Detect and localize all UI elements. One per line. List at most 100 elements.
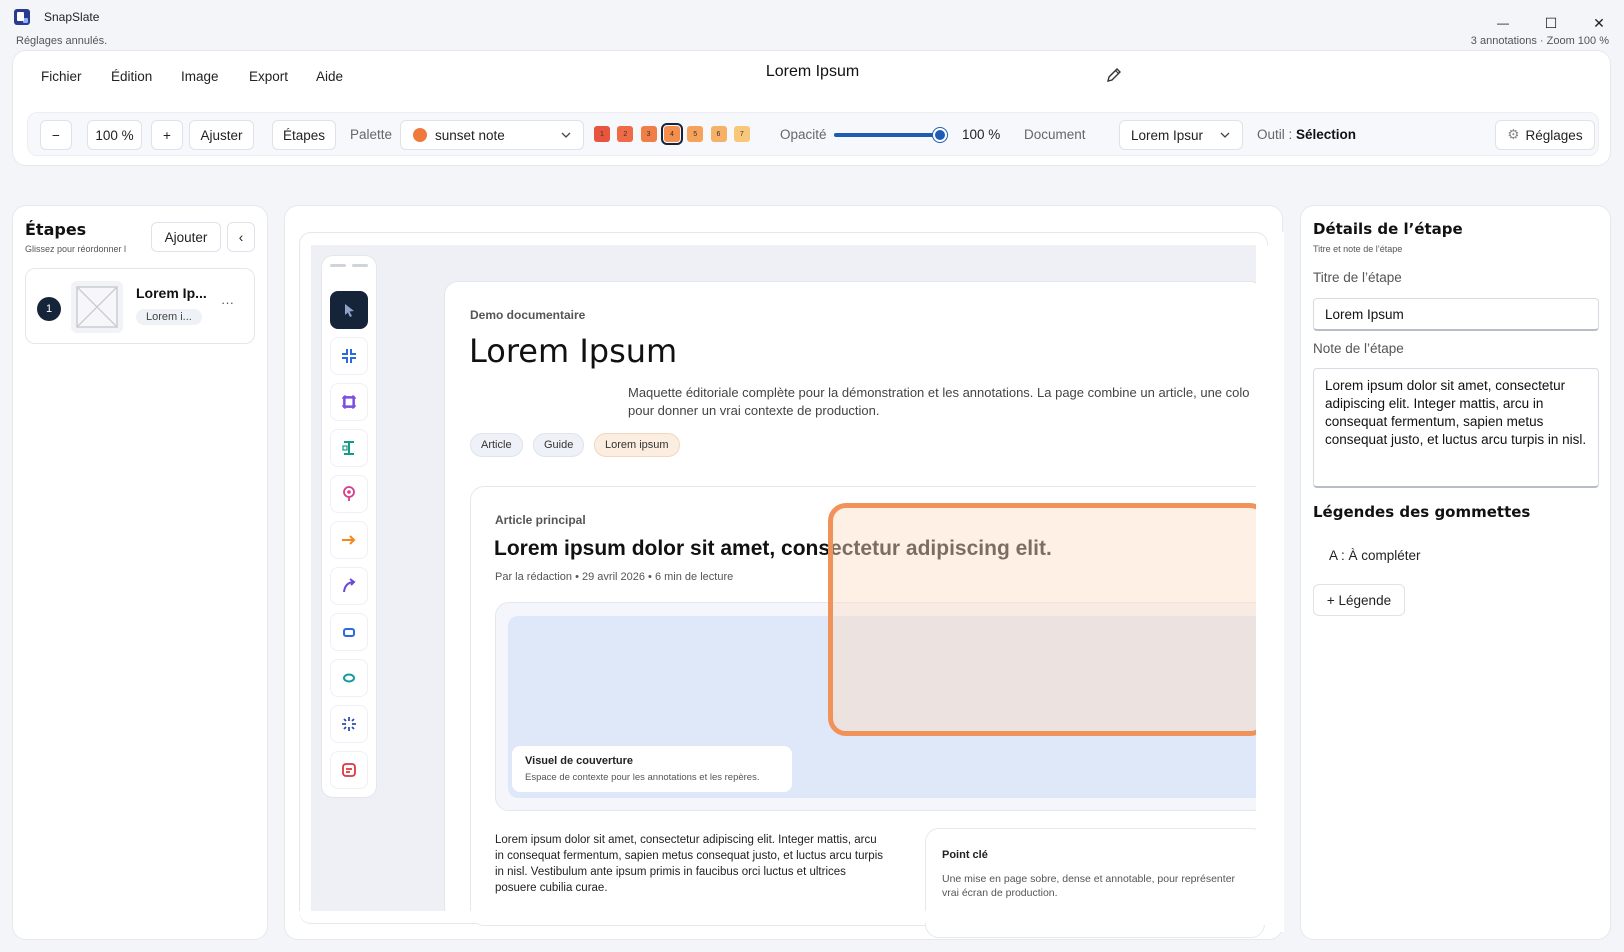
minimize-button[interactable]: — bbox=[1488, 10, 1518, 36]
step-number-badge: 1 bbox=[37, 297, 61, 321]
step-more-button[interactable]: ··· bbox=[221, 295, 234, 310]
details-panel-title: Détails de l’étape bbox=[1313, 220, 1463, 238]
key-point-text: Une mise en page sobre, dense et annotab… bbox=[942, 873, 1236, 885]
blur-tool-button[interactable] bbox=[330, 705, 368, 743]
cover-caption-subtitle: Espace de contexte pour les annotations … bbox=[525, 772, 760, 783]
steps-panel-subtitle: Glissez pour réordonner l bbox=[25, 244, 127, 254]
canvas-panel-edge bbox=[1268, 232, 1284, 932]
cursor-arrow-icon bbox=[345, 304, 354, 317]
palette-swatch-2[interactable]: 2 bbox=[617, 126, 634, 142]
page-lead-line2: pour donner un vrai contexte de producti… bbox=[628, 403, 880, 418]
curve-arrow-tool-button[interactable] bbox=[330, 567, 368, 605]
select-tool-button[interactable] bbox=[330, 291, 368, 329]
zoom-in-button[interactable]: + bbox=[151, 120, 183, 150]
opacity-label: Opacité bbox=[780, 127, 827, 142]
fit-button[interactable]: Ajuster bbox=[189, 120, 254, 150]
crop-tool-button[interactable] bbox=[330, 337, 368, 375]
opacity-slider-fill bbox=[834, 133, 940, 137]
close-button[interactable]: ✕ bbox=[1584, 10, 1614, 36]
details-panel: Détails de l’étape Titre et note de l’ét… bbox=[1300, 205, 1611, 940]
palette-label: Palette bbox=[350, 127, 393, 142]
steps-panel-title: Étapes bbox=[25, 220, 87, 239]
annotation-rectangle[interactable] bbox=[828, 503, 1268, 736]
marker-tool-button[interactable] bbox=[330, 475, 368, 513]
page-kicker: Demo documentaire bbox=[470, 308, 586, 322]
step-card[interactable]: 1 Lorem Ip... Lorem i... ··· bbox=[25, 268, 255, 344]
close-icon: ✕ bbox=[1593, 14, 1605, 31]
chevron-left-icon: ‹ bbox=[238, 229, 244, 245]
text-tool-button[interactable] bbox=[330, 429, 368, 467]
zoom-out-button[interactable]: − bbox=[40, 120, 72, 150]
step-note-textarea[interactable]: Lorem ipsum dolor sit amet, consectetur … bbox=[1313, 368, 1599, 488]
redact-icon bbox=[342, 763, 356, 777]
settings-label: Réglages bbox=[1525, 127, 1583, 143]
palette-swatch-6[interactable]: 6 bbox=[710, 126, 727, 142]
tag-pill[interactable]: Guide bbox=[533, 433, 585, 457]
ellipse-tool-button[interactable] bbox=[330, 659, 368, 697]
cover-caption-title: Visuel de couverture bbox=[525, 755, 634, 767]
key-point-title: Point clé bbox=[942, 849, 988, 861]
tag-pill[interactable]: Article bbox=[470, 433, 523, 457]
arrow-right-icon bbox=[342, 535, 356, 545]
top-panel: Fichier Édition Image Export Aide Lorem … bbox=[12, 50, 1611, 166]
collapse-icon bbox=[342, 349, 356, 363]
steps-panel: Étapes Glissez pour réordonner l Ajouter… bbox=[12, 205, 268, 940]
edit-title-button[interactable] bbox=[1105, 66, 1125, 86]
tool-rail bbox=[321, 255, 377, 798]
palette-swatch-3[interactable]: 3 bbox=[640, 126, 657, 142]
legends-title: Légendes des gommettes bbox=[1313, 503, 1531, 521]
current-tool: Outil : Sélection bbox=[1257, 127, 1356, 142]
curved-arrow-icon bbox=[343, 578, 356, 593]
map-pin-icon bbox=[343, 486, 355, 501]
step-note-label: Note de l’étape bbox=[1313, 341, 1404, 356]
step-title: Lorem Ip... bbox=[136, 285, 207, 301]
step-tag: Lorem i... bbox=[136, 309, 202, 325]
drag-handle[interactable] bbox=[330, 264, 346, 267]
frame-tool-button[interactable] bbox=[330, 383, 368, 421]
cover-caption: Visuel de couverture Espace de contexte … bbox=[512, 746, 792, 792]
palette-swatch-1[interactable]: 1 bbox=[594, 126, 610, 142]
step-thumbnail bbox=[71, 281, 123, 333]
article-body-line: Lorem ipsum dolor sit amet, consectetur … bbox=[495, 834, 877, 846]
palette-select[interactable]: sunset note bbox=[400, 120, 584, 150]
step-title-input[interactable]: Lorem Ipsum bbox=[1313, 298, 1599, 331]
palette-swatch-5[interactable]: 5 bbox=[687, 126, 704, 142]
key-point-text: vrai écran de production. bbox=[942, 887, 1058, 899]
rectangle-tool-button[interactable] bbox=[330, 613, 368, 651]
palette-value: sunset note bbox=[435, 127, 505, 143]
title-bar: SnapSlate Réglages annulés. 3 annotation… bbox=[0, 0, 1624, 48]
redact-tool-button[interactable] bbox=[330, 751, 368, 789]
palette-swatch-7[interactable]: 7 bbox=[733, 126, 750, 142]
drag-handle[interactable] bbox=[352, 264, 368, 267]
opacity-value: 100 % bbox=[962, 127, 1001, 142]
article-body-line: in nisl. Vestibulum ante ipsum primis in… bbox=[495, 866, 846, 878]
tool-label: Outil : bbox=[1257, 127, 1293, 142]
minimize-icon: — bbox=[1497, 16, 1509, 30]
app-title: SnapSlate bbox=[44, 10, 100, 24]
tag-pill[interactable]: Lorem ipsum bbox=[594, 433, 680, 457]
image-placeholder-icon bbox=[76, 286, 118, 328]
zoom-value-field[interactable]: 100 % bbox=[87, 120, 142, 150]
palette-swatch-4[interactable]: 4 bbox=[660, 123, 683, 145]
settings-button[interactable]: ⚙ Réglages bbox=[1495, 120, 1595, 150]
collapse-panel-button[interactable]: ‹ bbox=[227, 222, 255, 252]
document-value: Lorem Ipsur bbox=[1131, 127, 1204, 143]
document-select[interactable]: Lorem Ipsur bbox=[1119, 120, 1243, 150]
pencil-icon bbox=[1107, 68, 1121, 82]
chevron-down-icon bbox=[1220, 132, 1230, 138]
arrow-tool-button[interactable] bbox=[330, 521, 368, 559]
legend-item[interactable]: A : À compléter bbox=[1329, 548, 1421, 563]
gear-icon: ⚙ bbox=[1507, 127, 1520, 142]
text-block-icon bbox=[342, 441, 354, 455]
add-step-button[interactable]: Ajouter bbox=[151, 222, 221, 252]
page-lead-line1: Maquette éditoriale complète pour la dém… bbox=[628, 385, 1250, 400]
article-body-line: in consequat fermentum, sapien metus con… bbox=[495, 850, 884, 862]
opacity-slider-thumb[interactable] bbox=[933, 128, 947, 142]
steps-button[interactable]: Étapes bbox=[272, 120, 336, 150]
article-kicker: Article principal bbox=[495, 513, 586, 527]
add-legend-button[interactable]: + Légende bbox=[1313, 584, 1405, 616]
palette-color-dot bbox=[413, 128, 427, 142]
opacity-slider[interactable] bbox=[834, 128, 947, 142]
frame-icon bbox=[342, 395, 356, 409]
maximize-button[interactable]: ☐ bbox=[1536, 10, 1566, 36]
